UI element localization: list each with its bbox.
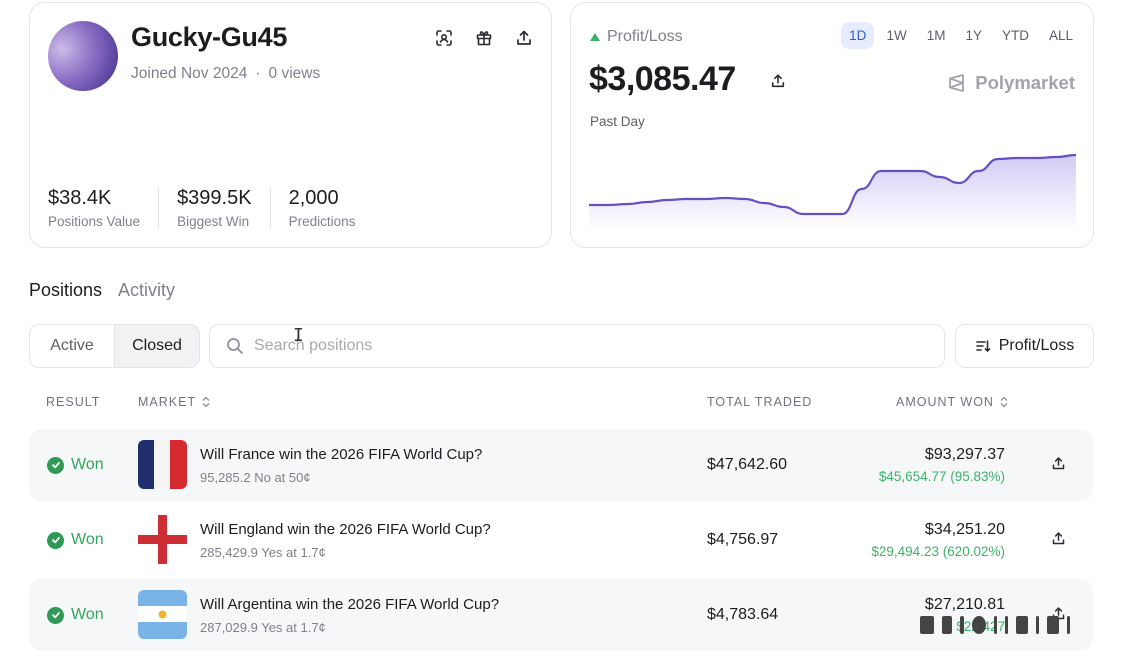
pnl-card: Profit/Loss 1D 1W 1M 1Y YTD ALL $3,085.4… [570,2,1094,248]
total-traded: $4,783.64 [707,606,779,623]
username: Gucky-Gu45 [131,22,288,52]
market-position: 285,429.9 Yes at 1.7¢ [200,545,326,560]
sort-updown-icon [202,396,210,408]
stat-label: Biggest Win [177,214,250,229]
header-result-label: RESULT [46,395,101,409]
result-label: Won [71,606,104,623]
search-icon [227,338,243,354]
table-row[interactable]: Won Will France win the 2026 FIFA World … [29,429,1093,501]
share-icon[interactable] [515,29,533,47]
range-1m[interactable]: 1M [919,22,954,49]
market-title[interactable]: Will Argentina win the 2026 FIFA World C… [200,596,499,613]
market-position: 287,029.9 Yes at 1.7¢ [200,620,326,635]
gift-icon[interactable] [475,29,493,47]
profile-card: Gucky-Gu45 Joined Nov 2024 · 0 views $38.4… [29,2,552,248]
pnl-label: Profit/Loss [607,28,683,45]
status-filter: Active Closed [29,324,200,368]
sort-updown-icon [1000,396,1008,408]
up-triangle-icon [590,33,600,41]
section-tabs: Positions Activity [29,280,175,301]
pnl-sparkline [589,153,1076,229]
share-icon[interactable] [770,73,786,94]
range-1y[interactable]: 1Y [957,22,990,49]
search-box [209,324,945,368]
header-amount-won-label: AMOUNT WON [896,395,994,409]
total-traded: $4,756.97 [707,531,779,548]
polymarket-icon [949,74,965,92]
stat-biggest-win: $399.5K Biggest Win [177,187,271,229]
join-info: Joined Nov 2024 · 0 views [131,65,320,83]
check-circle-icon [47,531,64,549]
profile-stats: $38.4K Positions Value $399.5K Biggest W… [48,187,391,229]
range-1w[interactable]: 1W [878,22,914,49]
joined-date: Joined Nov 2024 [131,65,248,82]
header-total-traded-label: TOTAL TRADED [707,395,813,409]
stat-predictions: 2,000 Predictions [289,187,374,229]
share-icon[interactable] [1051,456,1066,476]
range-all[interactable]: ALL [1041,22,1081,49]
pnl-value: $3,085.47 [589,60,736,98]
polymarket-logo: Polymarket [947,72,1075,94]
amount-gain: $29,494.23 (620.02%) [871,544,1005,559]
scan-icon[interactable] [435,29,453,47]
view-count: 0 views [268,65,321,82]
stat-label: Predictions [288,214,356,229]
result-cell: Won [47,579,104,651]
result-label: Won [71,531,104,548]
period-label: Past Day [590,114,645,129]
header-result: RESULT [46,395,100,409]
total-traded: $47,642.60 [707,456,788,473]
check-circle-icon [47,606,64,624]
sparkline-area [589,155,1076,229]
header-market[interactable]: MARKET [138,395,211,409]
tab-positions[interactable]: Positions [29,280,102,301]
england-flag-icon [138,515,187,564]
result-label: Won [71,456,104,473]
header-market-label: MARKET [138,395,197,409]
stat-label: Positions Value [48,214,141,229]
watermark-overlay [920,610,1110,640]
market-title[interactable]: Will France win the 2026 FIFA World Cup? [200,446,482,463]
amount-won: $34,251.20 [924,521,1005,538]
range-1d[interactable]: 1D [841,22,875,49]
search-input[interactable] [254,337,854,355]
sort-button[interactable]: Profit/Loss [955,324,1094,368]
header-total-traded: TOTAL TRADED [707,395,812,409]
table-row[interactable]: Won Will England win the 2026 FIFA World… [29,504,1093,576]
argentina-flag-icon [138,590,187,639]
profile-actions [435,29,533,47]
text-cursor-icon: I [293,325,304,346]
market-position: 95,285.2 No at 50¢ [200,470,311,485]
pnl-header: Profit/Loss [590,28,683,46]
france-flag-icon [138,440,187,489]
filter-active[interactable]: Active [30,325,114,367]
amount-gain: $45,654.77 (95.83%) [878,469,1005,484]
share-icon[interactable] [1051,531,1066,551]
stat-value: $399.5K [177,187,252,209]
separator-dot: · [255,65,261,82]
sort-label: Profit/Loss [998,337,1075,354]
stat-positions-value: $38.4K Positions Value [48,187,160,229]
brand-name: Polymarket [975,72,1075,93]
amount-won: $93,297.37 [924,446,1005,463]
check-circle-icon [47,456,64,474]
sort-icon [975,340,991,353]
result-cell: Won [47,429,104,501]
market-title[interactable]: Will England win the 2026 FIFA World Cup… [200,521,491,538]
range-selector: 1D 1W 1M 1Y YTD ALL [841,22,1081,49]
header-amount-won[interactable]: AMOUNT WON [896,395,1009,409]
stat-value: $38.4K [48,187,112,209]
result-cell: Won [47,504,104,576]
stat-value: 2,000 [288,187,339,209]
tab-activity[interactable]: Activity [118,280,175,301]
avatar[interactable] [48,21,118,91]
filter-closed[interactable]: Closed [114,325,199,367]
range-ytd[interactable]: YTD [994,22,1037,49]
